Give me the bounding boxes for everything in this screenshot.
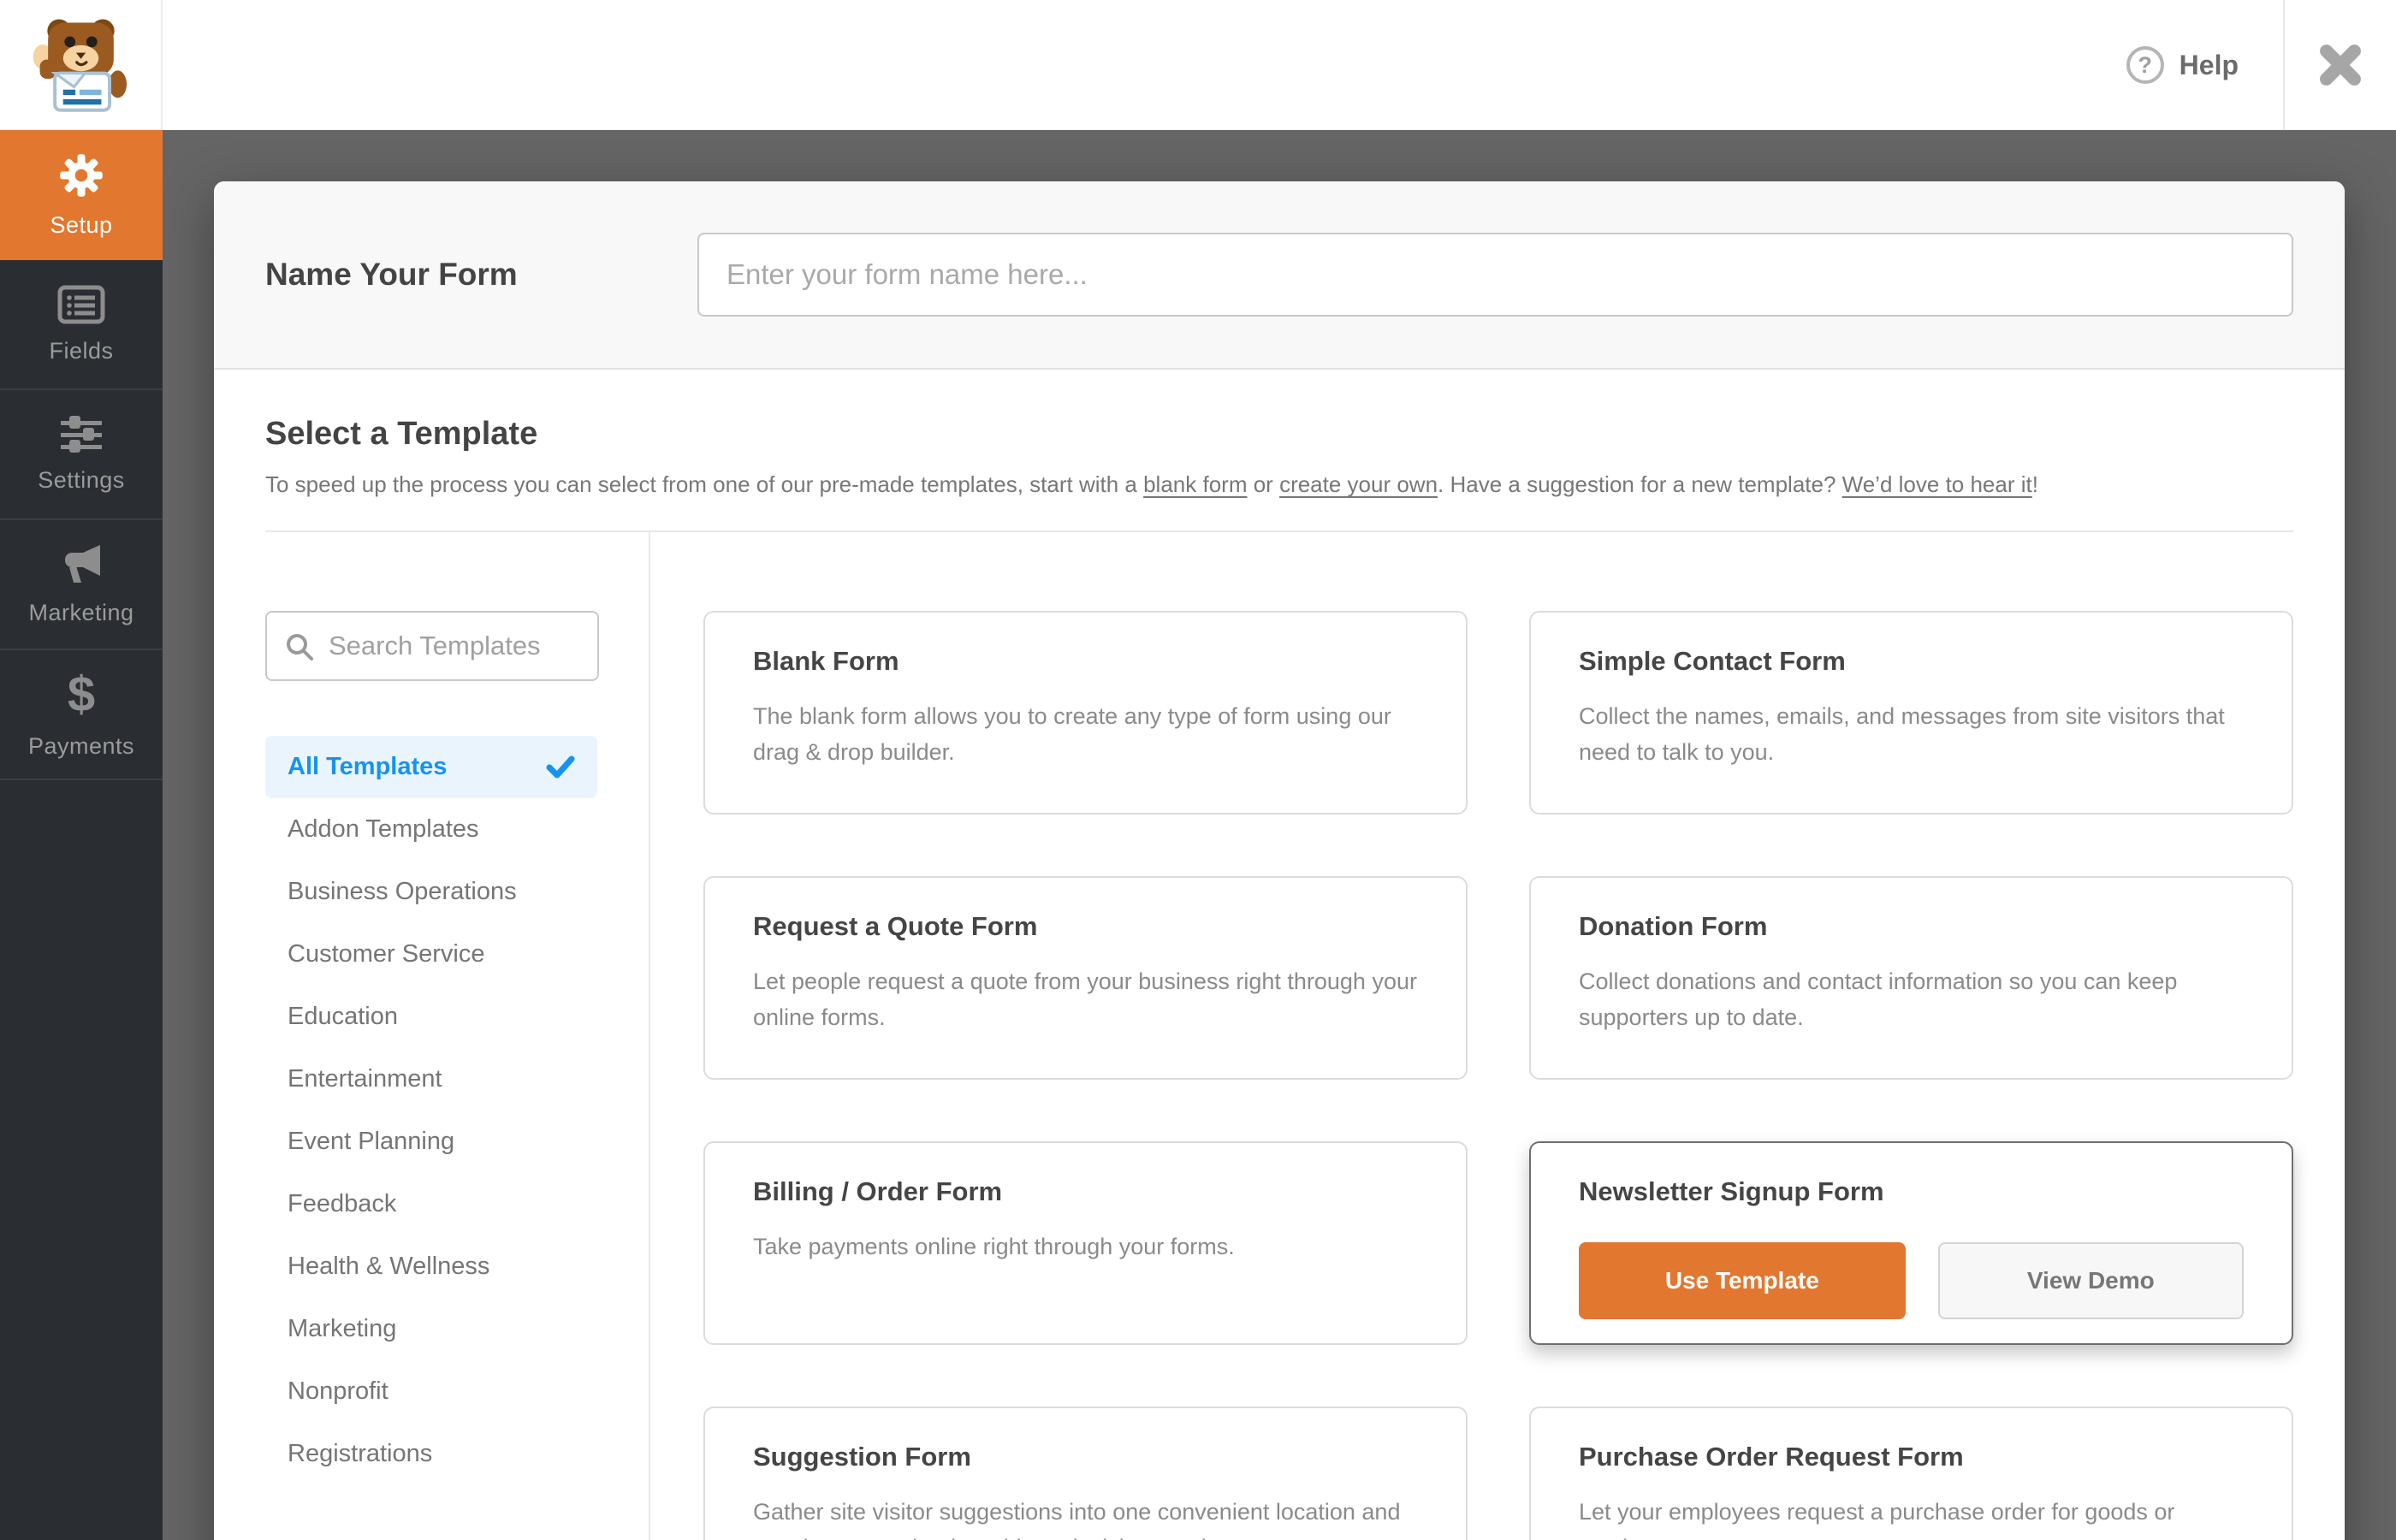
category-label: Registrations	[288, 1440, 433, 1467]
category-label: Entertainment	[288, 1065, 442, 1093]
blank-form-link[interactable]: blank form	[1143, 471, 1247, 497]
category-label: All Templates	[288, 753, 448, 780]
nav-label: Payments	[27, 732, 135, 759]
category-all-templates[interactable]: All Templates	[265, 736, 597, 798]
suggest-template-link[interactable]: We’d love to hear it	[1842, 471, 2032, 497]
template-description: Take payments online right through your …	[753, 1234, 1235, 1259]
select-template-intro: To speed up the process you can select f…	[265, 471, 2293, 498]
template-card-donation-form[interactable]: Donation Form Collect donations and cont…	[1529, 876, 2293, 1080]
template-categories-column: All Templates Addon Templates Business O…	[265, 532, 650, 1540]
category-label: Customer Service	[288, 940, 485, 968]
close-builder-button[interactable]	[2285, 0, 2396, 130]
wpforms-logo	[0, 0, 163, 130]
question-circle-icon: ?	[2126, 46, 2164, 84]
template-card-grid: Blank Form The blank form allows you to …	[650, 532, 2293, 1540]
template-name: Suggestion Form	[753, 1442, 971, 1472]
intro-text: To speed up the process you can select f…	[265, 471, 1144, 497]
category-label: Addon Templates	[288, 815, 479, 843]
template-description: Collect donations and contact informatio…	[1579, 968, 2178, 1030]
template-name: Blank Form	[753, 646, 899, 676]
category-label: Marketing	[288, 1315, 397, 1342]
dimmed-backdrop: Name Your Form Select a Template To spee…	[163, 130, 2396, 1540]
nav-label: Setup	[50, 211, 113, 238]
template-card-newsletter-signup-form[interactable]: Newsletter Signup Form Use Template View…	[1529, 1141, 2293, 1345]
dollar-icon: $	[67, 666, 96, 722]
category-label: Feedback	[288, 1190, 397, 1217]
category-nonprofit[interactable]: Nonprofit	[265, 1360, 597, 1423]
category-list: All Templates Addon Templates Business O…	[265, 736, 597, 1485]
help-label: Help	[2179, 49, 2239, 80]
search-templates-box	[265, 611, 599, 681]
category-label: Health & Wellness	[288, 1253, 490, 1280]
nav-item-fields[interactable]: Fields	[0, 260, 163, 390]
category-customer-service[interactable]: Customer Service	[265, 923, 597, 986]
form-name-label: Name Your Form	[265, 257, 518, 292]
template-section: Select a Template To speed up the proces…	[214, 416, 2345, 1540]
template-card-request-a-quote-form[interactable]: Request a Quote Form Let people request …	[703, 876, 1468, 1080]
nav-label: Fields	[49, 337, 114, 364]
category-label: Business Operations	[288, 878, 517, 905]
template-card-blank-form[interactable]: Blank Form The blank form allows you to …	[703, 611, 1468, 814]
nav-label: Settings	[38, 466, 125, 493]
nav-item-setup[interactable]: Setup	[0, 130, 163, 260]
checkmark-icon	[546, 755, 575, 779]
intro-text: !	[2031, 471, 2038, 497]
sliders-icon	[61, 415, 102, 453]
category-registrations[interactable]: Registrations	[265, 1423, 597, 1485]
template-name: Simple Contact Form	[1579, 646, 1846, 676]
template-name: Newsletter Signup Form	[1579, 1176, 1884, 1206]
category-label: Event Planning	[288, 1128, 455, 1155]
use-template-button[interactable]: Use Template	[1579, 1242, 1906, 1319]
gear-icon	[60, 153, 103, 197]
template-card-billing-order-form[interactable]: Billing / Order Form Take payments onlin…	[703, 1141, 1468, 1345]
template-card-actions: Use Template View Demo	[1579, 1242, 2244, 1319]
category-label: Education	[288, 1003, 398, 1030]
category-feedback[interactable]: Feedback	[265, 1173, 597, 1235]
category-education[interactable]: Education	[265, 986, 597, 1048]
intro-text: . Have a suggestion for a new template?	[1438, 471, 1842, 497]
template-name: Request a Quote Form	[753, 911, 1038, 941]
template-description: Let your employees request a purchase or…	[1579, 1499, 2175, 1540]
category-health-wellness[interactable]: Health & Wellness	[265, 1235, 597, 1298]
nav-item-payments[interactable]: $ Payments	[0, 650, 163, 780]
search-templates-input[interactable]	[265, 611, 599, 681]
megaphone-icon	[65, 544, 100, 583]
nav-item-settings[interactable]: Settings	[0, 390, 163, 520]
category-event-planning[interactable]: Event Planning	[265, 1111, 597, 1173]
builder-nav-sidebar: Setup Fields Settings Marketing $ Paymen…	[0, 130, 163, 1540]
template-description: Gather site visitor suggestions into one…	[753, 1499, 1401, 1540]
form-name-input[interactable]	[697, 233, 2293, 317]
category-addon-templates[interactable]: Addon Templates	[265, 798, 597, 861]
top-bar: ? Help	[0, 0, 2396, 130]
form-builder-window: ? Help Setup Fields Settings Marketing $…	[0, 0, 2396, 1540]
template-name: Purchase Order Request Form	[1579, 1442, 1964, 1472]
name-your-form-row: Name Your Form	[214, 181, 2345, 370]
template-card-purchase-order-request-form[interactable]: Purchase Order Request Form Let your emp…	[1529, 1407, 2293, 1540]
category-label: Nonprofit	[288, 1377, 388, 1405]
view-demo-button[interactable]: View Demo	[1937, 1242, 2244, 1319]
template-name: Donation Form	[1579, 911, 1768, 941]
form-fields-icon	[57, 285, 105, 323]
category-business-operations[interactable]: Business Operations	[265, 861, 597, 923]
select-template-title: Select a Template	[265, 416, 538, 452]
category-entertainment[interactable]: Entertainment	[265, 1048, 597, 1111]
template-description: Let people request a quote from your bus…	[753, 968, 1417, 1030]
template-name: Billing / Order Form	[753, 1176, 1003, 1206]
search-icon	[287, 634, 313, 660]
create-your-own-link[interactable]: create your own	[1279, 471, 1438, 497]
nav-item-marketing[interactable]: Marketing	[0, 520, 163, 650]
help-button[interactable]: ? Help	[2082, 0, 2283, 130]
template-browser: All Templates Addon Templates Business O…	[265, 530, 2293, 1540]
intro-text: or	[1247, 471, 1280, 497]
setup-panel: Name Your Form Select a Template To spee…	[214, 181, 2345, 1540]
category-marketing[interactable]: Marketing	[265, 1298, 597, 1360]
template-card-simple-contact-form[interactable]: Simple Contact Form Collect the names, e…	[1529, 611, 2293, 814]
template-card-suggestion-form[interactable]: Suggestion Form Gather site visitor sugg…	[703, 1407, 1468, 1540]
template-description: The blank form allows you to create any …	[753, 703, 1391, 765]
close-icon	[2320, 44, 2361, 86]
template-description: Collect the names, emails, and messages …	[1579, 703, 2225, 765]
nav-label: Marketing	[28, 599, 134, 625]
bear-mascot-icon	[33, 19, 127, 112]
